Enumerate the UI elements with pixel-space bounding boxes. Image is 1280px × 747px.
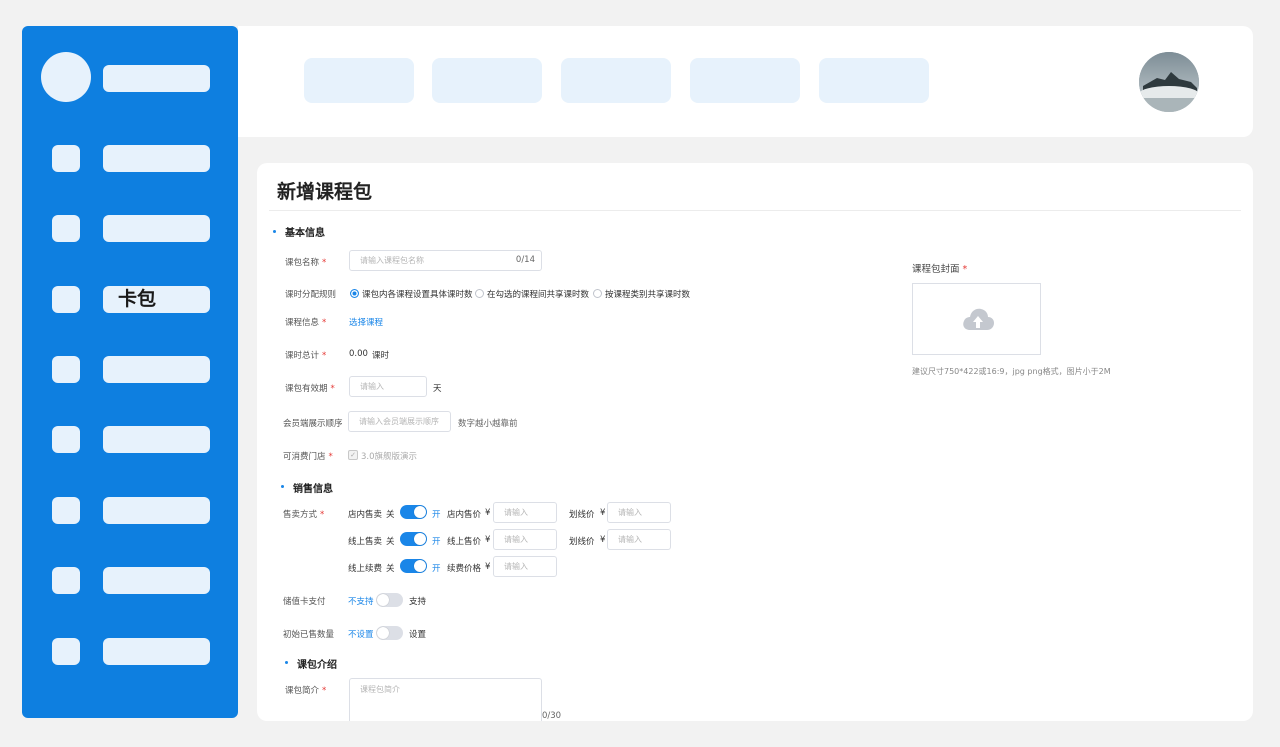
sales-mode-online: 线上售卖: [348, 537, 383, 547]
mountain-avatar-image: [1139, 52, 1199, 112]
rule-option-by-category[interactable]: 按课程类别共享课时数: [593, 288, 690, 300]
total-hours-label: 课时总计 *: [285, 351, 327, 361]
sales-method-label: 售卖方式 *: [283, 510, 325, 520]
sidebar-item-card-pack-icon[interactable]: [52, 286, 80, 313]
cover-upload-box[interactable]: [912, 283, 1041, 355]
instore-sale-toggle[interactable]: [400, 505, 427, 519]
section-bullet: [285, 661, 288, 664]
sidebar-item-card-pack[interactable]: 卡包: [103, 286, 210, 313]
display-order-hint: 数字越小越靠前: [458, 419, 518, 429]
online-strike-input[interactable]: 请输入: [607, 529, 671, 550]
user-avatar[interactable]: [1139, 52, 1199, 112]
course-pack-name-label: 课包名称 *: [285, 258, 327, 268]
section-title-intro: 课包介绍: [297, 660, 337, 671]
sidebar-item-5[interactable]: [103, 426, 210, 453]
stored-card-label: 储值卡支付: [283, 597, 326, 607]
name-char-count: 0/14: [515, 255, 535, 265]
section-title-basic: 基本信息: [285, 228, 325, 239]
page-title: 新增课程包: [277, 181, 373, 203]
top-tab-4[interactable]: [690, 58, 800, 103]
toggle-on-label: 开: [432, 537, 441, 547]
sidebar-item-4[interactable]: [103, 356, 210, 383]
currency-symbol: ¥: [485, 508, 491, 518]
stored-card-on-label: 支持: [409, 597, 427, 607]
validity-input[interactable]: 请输入: [349, 376, 427, 397]
top-header: [238, 26, 1253, 137]
sidebar-item-7-icon[interactable]: [52, 567, 80, 594]
online-strike-label: 划线价: [569, 537, 595, 547]
instore-price-label: 店内售价: [447, 510, 482, 520]
online-price-input[interactable]: 请输入: [493, 529, 557, 550]
sidebar-item-1[interactable]: [103, 145, 210, 172]
sidebar-item-8[interactable]: [103, 638, 210, 665]
course-pack-name-input[interactable]: 请输入课程包名称 0/14: [349, 250, 542, 271]
total-hours-value: 0.00: [349, 349, 368, 359]
sidebar-title-placeholder: [103, 65, 210, 92]
brief-textarea[interactable]: 课程包简介: [349, 678, 542, 721]
sidebar-item-6-icon[interactable]: [52, 497, 80, 524]
allocation-rule-label: 课时分配规则: [285, 290, 337, 300]
top-tab-2[interactable]: [432, 58, 542, 103]
currency-symbol: ¥: [600, 535, 606, 545]
sales-mode-instore: 店内售卖: [348, 510, 383, 520]
sidebar-item-2[interactable]: [103, 215, 210, 242]
cover-label: 课程包封面 *: [912, 264, 968, 275]
title-divider: [269, 210, 1241, 211]
validity-label: 课包有效期 *: [285, 384, 335, 394]
renewal-price-label: 续费价格: [447, 564, 482, 574]
cloud-upload-icon: [963, 308, 994, 330]
initial-sold-off-label: 不设置: [348, 630, 374, 640]
renewal-price-input[interactable]: 请输入: [493, 556, 557, 577]
sales-mode-renewal: 线上续费: [348, 564, 383, 574]
stored-card-toggle[interactable]: [376, 593, 403, 607]
initial-sold-on-label: 设置: [409, 630, 427, 640]
section-bullet: [273, 230, 276, 233]
top-tab-1[interactable]: [304, 58, 414, 103]
validity-unit: 天: [433, 384, 442, 394]
section-bullet: [281, 485, 284, 488]
display-order-input[interactable]: 请输入会员端展示顺序: [348, 411, 451, 432]
cover-hint: 建议尺寸750*422或16:9，jpg png格式，图片小于2M: [912, 367, 1111, 376]
select-course-link[interactable]: 选择课程: [349, 316, 383, 328]
online-price-label: 线上售价: [447, 537, 482, 547]
brief-label: 课包简介 *: [285, 686, 327, 696]
rule-option-per-course[interactable]: 课包内各课程设置具体课时数: [350, 288, 473, 300]
toggle-off-label: 关: [386, 537, 395, 547]
sidebar-item-5-icon[interactable]: [52, 426, 80, 453]
sidebar-item-7[interactable]: [103, 567, 210, 594]
sidebar-avatar: [41, 52, 91, 102]
store-checkbox[interactable]: 3.0旗舰版演示: [348, 450, 417, 462]
initial-sold-toggle[interactable]: [376, 626, 403, 640]
section-title-sales: 销售信息: [293, 484, 333, 495]
currency-symbol: ¥: [600, 508, 606, 518]
sidebar-item-8-icon[interactable]: [52, 638, 80, 665]
rule-option-shared-selected[interactable]: 在勾选的课程间共享课时数: [475, 288, 589, 300]
toggle-off-label: 关: [386, 510, 395, 520]
sidebar: 卡包: [22, 26, 238, 718]
initial-sold-label: 初始已售数量: [283, 630, 335, 640]
sidebar-item-1-icon[interactable]: [52, 145, 80, 172]
currency-symbol: ¥: [485, 562, 491, 572]
instore-price-input[interactable]: 请输入: [493, 502, 557, 523]
course-info-label: 课程信息 *: [285, 318, 327, 328]
display-order-label: 会员端展示顺序: [283, 419, 343, 429]
currency-symbol: ¥: [485, 535, 491, 545]
toggle-off-label: 关: [386, 564, 395, 574]
sidebar-item-6[interactable]: [103, 497, 210, 524]
stored-card-off-label: 不支持: [348, 597, 374, 607]
brief-char-count: 0/30: [542, 711, 562, 721]
instore-strike-input[interactable]: 请输入: [607, 502, 671, 523]
online-sale-toggle[interactable]: [400, 532, 427, 546]
store-label: 可消费门店 *: [283, 452, 333, 462]
top-tab-3[interactable]: [561, 58, 671, 103]
top-tab-5[interactable]: [819, 58, 929, 103]
total-hours-unit: 课时: [372, 351, 390, 361]
toggle-on-label: 开: [432, 510, 441, 520]
main-card: 新增课程包 基本信息 课包名称 * 请输入课程包名称 0/14 课时分配规则 课包…: [257, 163, 1253, 721]
sidebar-item-4-icon[interactable]: [52, 356, 80, 383]
renewal-toggle[interactable]: [400, 559, 427, 573]
sidebar-item-2-icon[interactable]: [52, 215, 80, 242]
toggle-on-label: 开: [432, 564, 441, 574]
instore-strike-label: 划线价: [569, 510, 595, 520]
